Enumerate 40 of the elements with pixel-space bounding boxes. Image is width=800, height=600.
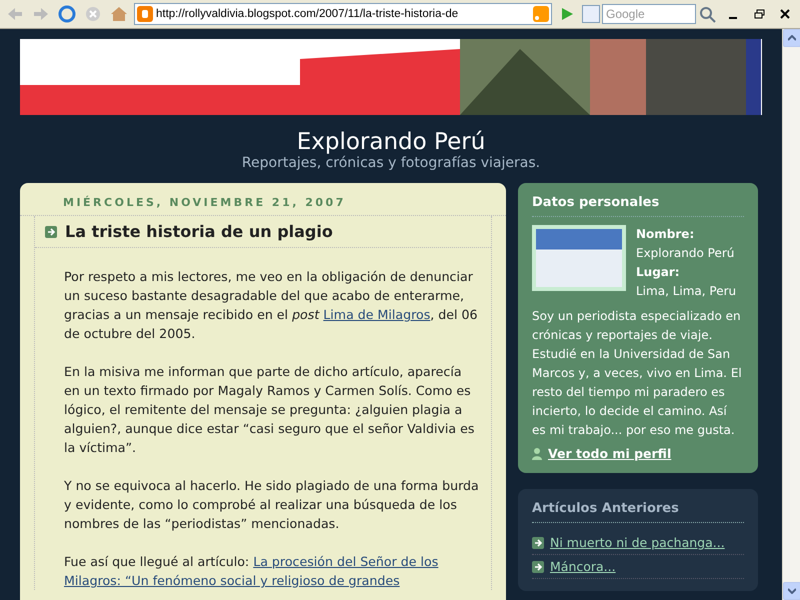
field-label: Lugar: (636, 264, 681, 281)
post-link[interactable]: Lima de Milagros (323, 305, 430, 324)
archive-heading: Artículos Anteriores (532, 501, 744, 523)
search-field[interactable]: Google (602, 4, 696, 24)
up-chevron-icon[interactable] (788, 35, 796, 41)
arrow-icon (532, 560, 544, 572)
person-icon (532, 448, 542, 460)
post-paragraph: Por respeto a mis lectores, me veo en la obligación de denunciar un suceso bastante desagradable del que acabo de enterarme, gracias a un mensaje recibido en el post Lima de Milagros, del 06 de octubre del 2005. (63, 268, 479, 343)
minimize-icon (729, 17, 737, 19)
archive-link[interactable]: Ni muerto ni de pachanga... (550, 535, 725, 550)
post-date: MIÉRCOLES, NOVIEMBRE 21, 2007 (20, 183, 506, 216)
arrow-icon (45, 226, 57, 238)
post-paragraph: En la misiva me informan que parte de dicho artículo, aparecía en un texto firmado por Magaly Ramos y Carmen Solís. Como es lógico, el remitente del mensaje se pregunta: ¿alguien plagia a alguien?, aunque dice estar “casi seguro que el señor Valdivia es la víctima”. (63, 363, 476, 457)
address-bar[interactable]: http://rollyvaldivia.blogspot.com/2007/11/la-triste-historia-de (134, 3, 552, 25)
field-label: Nombre: (636, 226, 696, 243)
post-link[interactable]: Milagros: “Un fenómeno social y religioso de grandes (64, 571, 400, 590)
profile-heading: Datos personales (532, 195, 744, 217)
play-icon (560, 7, 574, 21)
search-icon[interactable] (698, 5, 718, 23)
reload-button[interactable] (56, 3, 78, 25)
site-icon (137, 6, 153, 22)
forward-arrow-icon (32, 6, 50, 22)
profile-link[interactable]: Ver todo mi perfil (548, 446, 672, 461)
archive-link[interactable]: Máncora... (550, 559, 616, 574)
blog-title: Explorando Perú (296, 129, 486, 155)
scrollbar[interactable] (782, 29, 800, 600)
back-arrow-icon (6, 6, 24, 22)
close-icon (780, 9, 790, 19)
post-paragraph: Y no se equivoca al hacerlo. He sido plagiado de una forma burda y evidente, como lo comprobé al realizar una búsqueda de los nombres de las “periodistas” mencionadas. (63, 477, 480, 533)
profile-about: Soy un periodista especializado en crónicas y reportajes de viaje. Estudié en la Universidad de San Marcos y, a veces, vivo en Lima. El resto del tiempo mi paradero es incierto, lo decide el camino. Así es mi trabajo... por eso me gusta. (532, 308, 743, 439)
rss-icon (533, 6, 549, 22)
arrow-icon (532, 536, 544, 548)
post-title: La triste historia de un plagio (65, 222, 333, 241)
field-value: Lima, Lima, Peru (636, 283, 736, 300)
post-paragraph: Fue así que llegué al artículo: La procesión del Señor de los Milagros: “Un fenómeno social y religioso de grandes (63, 552, 440, 590)
down-chevron-icon[interactable] (788, 588, 796, 594)
restore-icon (754, 9, 764, 19)
post-link[interactable]: La procesión del Señor de los (253, 552, 438, 571)
field-value: Explorando Perú (636, 245, 736, 262)
blog-description: Reportajes, crónicas y fotografías viajeras. (242, 155, 540, 171)
